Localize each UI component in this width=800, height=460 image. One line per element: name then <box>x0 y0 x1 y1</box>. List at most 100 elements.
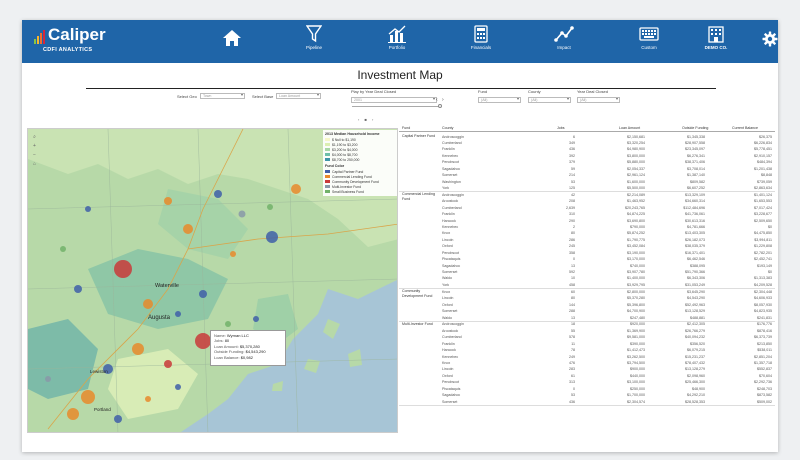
map-marker[interactable] <box>164 360 172 368</box>
table-row[interactable]: Oxford 245 $3,452,084 $38,035,379 $1,229,808 <box>399 244 775 250</box>
table-row[interactable]: Oxford 144 $5,396,800 $52,492,963 $8,057,930 <box>399 302 775 308</box>
map-marker[interactable] <box>145 396 151 402</box>
table-row[interactable]: Sagadahoc 59 $2,054,337 $3,708,014 $1,201,43… <box>399 166 775 172</box>
table-row[interactable]: Waldo 10 $1,400,000 $6,343,306 $1,313,383 <box>399 276 775 282</box>
map-marker[interactable] <box>183 224 193 234</box>
table-row[interactable]: Somerset 214 $2,961,124 $1,387,140 $8,848 <box>399 173 775 179</box>
table-cell: 0 <box>573 257 575 262</box>
nav-impact[interactable]: Impact <box>538 25 590 50</box>
table-row[interactable]: Cumberland 2,639 $20,243,765 $112,484,696 $7… <box>399 205 775 211</box>
table-row[interactable]: Piscataquis 0 $3,170,000 $6,462,546 $2,452,7… <box>399 257 775 263</box>
map-zoom-controls[interactable]: ⌕ + − ⌂ <box>31 133 38 169</box>
nav-custom[interactable]: Custom <box>623 25 675 50</box>
table-row[interactable]: Penobscot 379 $5,880,000 $38,371,406 $484,39… <box>399 160 775 166</box>
prev-year-button[interactable]: ‹ <box>436 97 438 103</box>
map-marker-selected[interactable] <box>195 333 211 349</box>
table-row[interactable]: Somerset 288 $4,700,900 $13,128,529 $4,823,9… <box>399 309 775 315</box>
map-marker[interactable] <box>253 316 259 322</box>
map-marker[interactable] <box>74 285 82 293</box>
map-marker[interactable] <box>67 408 79 420</box>
nav-portfolio[interactable]: Portfolio <box>371 25 423 50</box>
zoom-out-button[interactable]: − <box>31 151 38 160</box>
col-fund[interactable]: Fund <box>402 126 410 130</box>
map-marker[interactable] <box>238 210 246 218</box>
col-outside-funding[interactable]: Outside Funding <box>682 126 708 130</box>
map-marker[interactable] <box>85 206 91 212</box>
table-row[interactable]: Penobscot 313 $3,100,000 $25,466,300 $2,292,… <box>399 380 775 386</box>
col-jobs[interactable]: Jobs <box>557 126 565 130</box>
table-row[interactable]: Kennebec 2 $790,000 $4,781,666 $0 <box>399 225 775 231</box>
table-row[interactable]: Kennebec 392 $3,800,000 $6,276,341 $2,910,15… <box>399 153 775 159</box>
map-marker[interactable] <box>230 251 236 257</box>
zoom-in-button[interactable]: + <box>31 142 38 151</box>
table-row[interactable]: Sagadahoc 53 $1,700,000 $4,292,210 $873,582 <box>399 393 775 399</box>
page-controls[interactable]: ‹ ■ › <box>358 117 375 122</box>
table-row[interactable]: Cumberland 349 $3,320,254 $28,907,558 $6,226… <box>399 140 775 146</box>
table-row[interactable]: Lincoln 286 $1,790,775 $26,182,073 $3,994,81… <box>399 237 775 243</box>
map-marker[interactable] <box>132 343 144 355</box>
nav-financials[interactable]: Financials <box>455 25 507 50</box>
map-marker[interactable] <box>175 311 181 317</box>
nav-settings[interactable] <box>744 31 778 47</box>
map-marker[interactable] <box>164 197 172 205</box>
table-row[interactable]: Hancock 290 $3,690,800 $30,613,316 $2,509,65… <box>399 218 775 224</box>
map-marker[interactable] <box>60 246 66 252</box>
table-row[interactable]: Hancock 78 $1,412,473 $6,079,215 $538,011 <box>399 348 775 354</box>
table-row[interactable]: Knox 80 $5,874,252 $13,403,305 $4,475,850 <box>399 231 775 237</box>
county-filter-dropdown[interactable]: (All) <box>528 97 571 103</box>
table-row[interactable]: Penobscot 358 $3,190,000 $16,371,401 $2,782,… <box>399 250 775 256</box>
table-row[interactable]: Lincoln 283 $900,000 $13,128,279 $552,837 <box>399 367 775 373</box>
year-slider-track[interactable] <box>352 106 440 107</box>
table-row[interactable]: Kennebec 249 $3,262,500 $15,231,237 $2,851,2… <box>399 354 775 360</box>
table-row[interactable]: Somerset 592 $3,907,780 $51,790,366 $0 <box>399 270 775 276</box>
map-marker[interactable] <box>225 321 231 327</box>
table-row[interactable]: Knox 476 $3,794,500 $78,407,432 $1,357,718 <box>399 361 775 367</box>
nav-home[interactable] <box>206 29 258 47</box>
table-row[interactable]: Franklin 310 $4,874,225 $41,736,061 $3,228,6… <box>399 212 775 218</box>
map-marker[interactable] <box>199 290 207 298</box>
table-row[interactable]: Franklin 436 $4,980,900 $23,345,097 $5,778,4… <box>399 147 775 153</box>
table-row[interactable]: Lincoln 80 $5,370,280 $4,543,290 $4,606,933 <box>399 296 775 302</box>
nav-company[interactable]: DEMO CO. <box>690 25 742 50</box>
table-row[interactable]: Knox 60 $2,800,000 $3,645,290 $2,304,448 <box>399 289 775 295</box>
home-view-icon[interactable]: ⌂ <box>31 160 38 169</box>
next-year-button[interactable]: › <box>442 97 444 103</box>
table-row[interactable]: Washington 53 $1,600,000 $809,582 $739,059 <box>399 179 775 185</box>
fund-filter-dropdown[interactable]: (All) <box>478 97 521 103</box>
select-base-dropdown[interactable]: Loan Amount <box>276 93 321 99</box>
map-marker[interactable] <box>291 184 301 194</box>
map-marker[interactable] <box>114 260 132 278</box>
table-row[interactable]: Franklin 11 $390,000 $356,520 $213,850 <box>399 341 775 347</box>
nav-pipeline[interactable]: Pipeline <box>288 25 340 50</box>
table-row[interactable]: Androscoggin 6 $2,150,681 $1,345,338 $26,375 <box>399 134 775 140</box>
map-marker[interactable] <box>45 376 51 382</box>
year-slider-handle[interactable] <box>438 104 442 108</box>
map-marker[interactable] <box>214 190 222 198</box>
table-row[interactable]: Cumberland 578 $9,581,000 $40,094,232 $6,373… <box>399 335 775 341</box>
year-closed-dropdown[interactable]: (All) <box>577 97 620 103</box>
table-row[interactable]: Androscoggin 18 $920,000 $2,412,305 $176,776 <box>399 322 775 328</box>
map-label-augusta: Augusta <box>148 315 171 321</box>
map-search-icon[interactable]: ⌕ <box>31 133 38 142</box>
map-marker[interactable] <box>114 415 122 423</box>
table-row[interactable]: Sagadahoc 13 $740,000 $388,095 $193,149 <box>399 263 775 269</box>
col-current-balance[interactable]: Current Balance <box>732 126 758 130</box>
play-year-dropdown[interactable]: 2001 <box>351 97 437 103</box>
col-county[interactable]: County <box>442 126 453 130</box>
table-row[interactable]: Aroostook 55 $1,369,900 $26,766,279 $878,416 <box>399 328 775 334</box>
table-row[interactable]: Piscataquis 0 $250,000 $48,900 $248,703 <box>399 386 775 392</box>
caliper-logo[interactable]: Caliper CDFI ANALYTICS <box>34 26 106 53</box>
table-row[interactable]: Oxford 61 $440,000 $2,098,960 $70,604 <box>399 373 775 379</box>
fund-legend-item[interactable]: Small Business Fund <box>325 189 397 194</box>
investment-map[interactable]: ⌕ + − ⌂ Waterville Augusta Lewiston Port… <box>27 128 398 433</box>
map-marker[interactable] <box>266 231 278 243</box>
map-marker[interactable] <box>143 299 153 309</box>
select-geo-dropdown[interactable]: Town <box>200 93 245 99</box>
map-marker[interactable] <box>81 390 95 404</box>
map-marker[interactable] <box>267 204 273 210</box>
table-cell: $4,823,935 <box>754 309 772 314</box>
map-marker[interactable] <box>175 384 181 390</box>
table-row[interactable]: Androscoggin 42 $2,214,089 $13,329,109 $1,40… <box>399 192 775 198</box>
col-loan-amount[interactable]: Loan Amount <box>619 126 640 130</box>
table-row[interactable]: Aroostook 208 $1,463,952 $34,660,314 $1,653,… <box>399 199 775 205</box>
